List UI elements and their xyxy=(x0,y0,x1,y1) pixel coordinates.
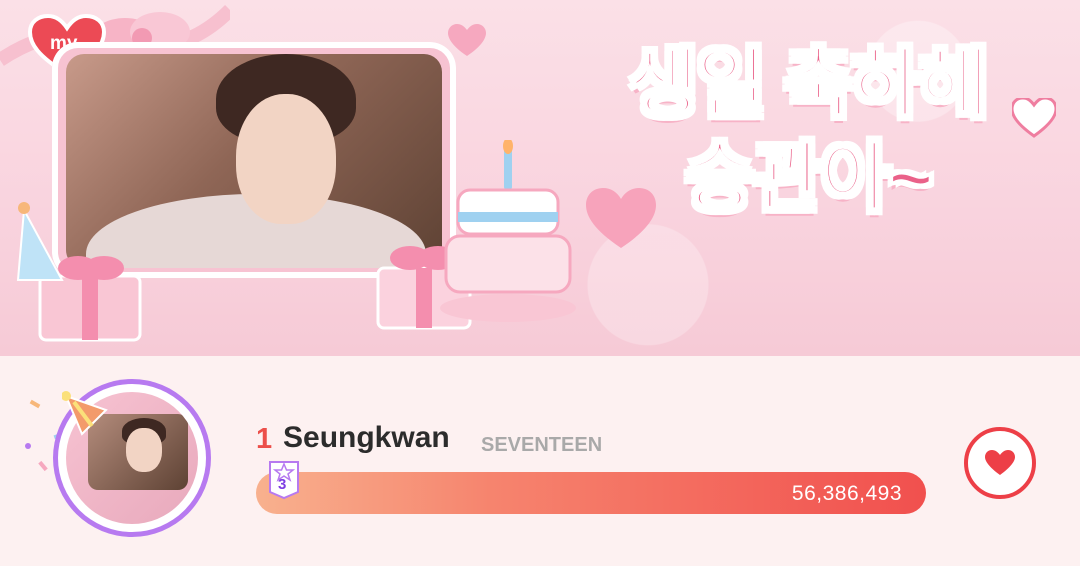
birthday-cake-icon xyxy=(440,140,576,322)
tier-number: 3 xyxy=(278,476,287,493)
heart-icon xyxy=(985,450,1015,475)
party-hat-icon xyxy=(62,391,108,436)
vote-count: 56,386,493 xyxy=(791,482,902,505)
banner-title: 생일 축하해 승관아~ xyxy=(627,41,991,223)
heart-decor-icon xyxy=(448,24,486,56)
idol-photo xyxy=(66,54,442,268)
birthday-banner[interactable]: my 생일 축하해 승관아~ xyxy=(0,0,1080,356)
party-hat-icon xyxy=(16,202,64,281)
vote-heart-button[interactable] xyxy=(964,427,1036,499)
group-name: SEVENTEEN xyxy=(481,434,603,456)
rank-number: 1 xyxy=(256,423,273,455)
idol-name[interactable]: Seungkwan xyxy=(283,421,450,455)
